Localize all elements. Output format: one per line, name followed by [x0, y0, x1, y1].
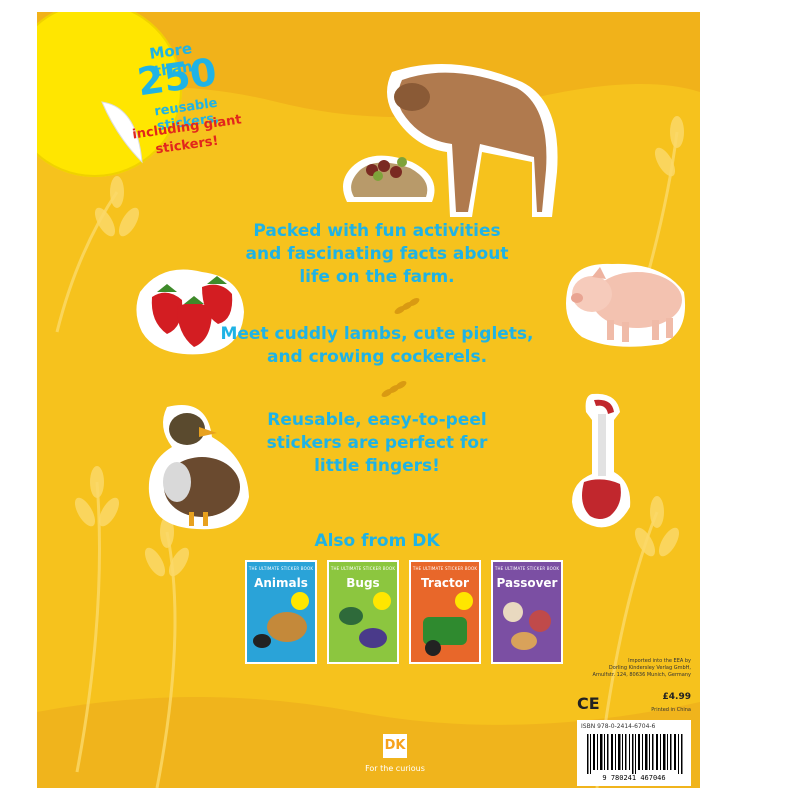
blurb-3-line-2: stickers are perfect for: [266, 433, 488, 453]
publisher-tagline: For the curious: [365, 764, 425, 773]
book-tractor[interactable]: THE ULTIMATE STICKER BOOK Tractor: [409, 560, 481, 664]
printed-in: Printed in China: [651, 707, 691, 713]
badge-number: 250: [134, 49, 220, 105]
barcode-panel: ISBN 978-0-2414-6704-6 9 780241 467046: [577, 720, 691, 786]
shovel-sticker: [572, 393, 631, 528]
imprint-line-2: Dorling Kindersley Verlag GmbH,: [608, 665, 691, 671]
blurb-1-line-3: life on the farm.: [299, 267, 455, 287]
blurb-1: Packed with fun activities and fascinati…: [217, 220, 537, 289]
blurb-2-line-2: and crowing cockerels.: [266, 347, 488, 367]
back-cover: More than 250 reusable stickers, includi…: [37, 12, 700, 788]
book-passover[interactable]: THE ULTIMATE STICKER BOOK Passover: [491, 560, 563, 664]
isbn: ISBN 978-0-2414-6704-6: [581, 723, 656, 730]
blurb-1-line-2: and fascinating facts about: [245, 244, 509, 264]
book-series-label: THE ULTIMATE STICKER BOOK: [412, 566, 478, 571]
book-series-label: THE ULTIMATE STICKER BOOK: [330, 566, 396, 571]
book-title: Passover: [496, 576, 558, 590]
dk-logo: DK: [383, 734, 407, 758]
book-title: Animals: [254, 576, 308, 590]
also-from-heading: Also from DK: [314, 531, 440, 551]
blurb-3-line-1: Reusable, easy-to-peel: [267, 410, 487, 430]
book-series-label: THE ULTIMATE STICKER BOOK: [494, 566, 560, 571]
foal-sticker: [343, 64, 558, 217]
piglet-sticker: [566, 263, 686, 347]
price: £4.99: [662, 692, 691, 702]
book-series-label: THE ULTIMATE STICKER BOOK: [248, 566, 314, 571]
barcode-icon: [587, 734, 683, 774]
imprint-line-3: Arnulfstr. 124, 80636 Munich, Germany: [592, 672, 691, 678]
book-title: Bugs: [346, 576, 380, 590]
imprint-line-1: Imported into the EEA by: [628, 658, 691, 664]
imprint-box: Imported into the EEA by Dorling Kinders…: [577, 658, 691, 786]
ce-mark: CE: [577, 694, 600, 713]
book-bugs[interactable]: THE ULTIMATE STICKER BOOK Bugs: [327, 560, 399, 664]
blurb-2: Meet cuddly lambs, cute piglets, and cro…: [217, 323, 537, 369]
book-animals[interactable]: THE ULTIMATE STICKER BOOK Animals: [245, 560, 317, 664]
blurb-2-line-1: Meet cuddly lambs, cute piglets,: [220, 324, 534, 344]
barcode-digits: 9 780241 467046: [602, 774, 666, 782]
blurb-3-line-3: little fingers!: [314, 456, 440, 476]
blurb-1-line-1: Packed with fun activities: [253, 221, 501, 241]
blurb-3: Reusable, easy-to-peel stickers are perf…: [217, 409, 537, 478]
book-title: Tractor: [421, 576, 469, 590]
